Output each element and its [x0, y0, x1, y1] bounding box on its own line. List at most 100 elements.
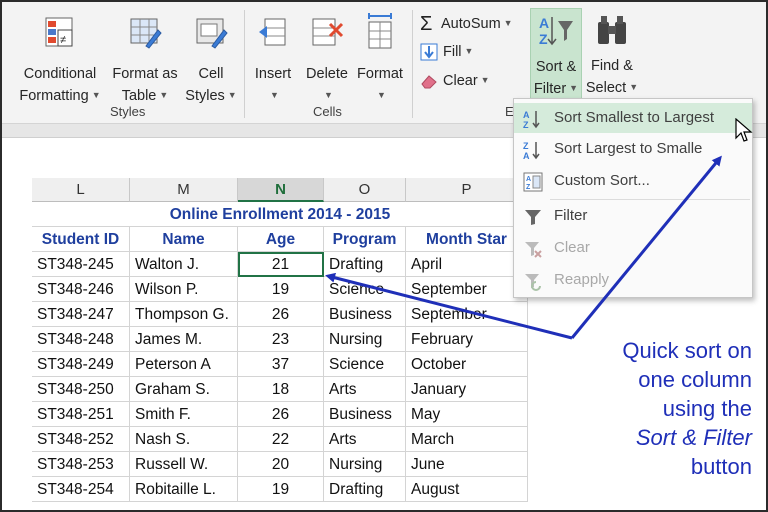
table-cell[interactable]: Science — [324, 277, 406, 302]
table-cell[interactable]: 37 — [238, 352, 324, 377]
styles-group-label: Styles — [110, 104, 146, 119]
menu-item-label: Sort Largest to Smalle — [554, 140, 703, 157]
format-as-table-button[interactable]: Format as Table ▼ — [108, 16, 182, 107]
table-cell[interactable]: ST348-250 — [32, 377, 130, 402]
format-button[interactable]: Format ▼ — [354, 12, 406, 107]
header-cell[interactable]: Student ID — [32, 227, 130, 252]
svg-text:Z: Z — [526, 184, 531, 191]
table-cell[interactable]: 23 — [238, 327, 324, 352]
chevron-down-icon: ▼ — [324, 90, 333, 100]
annotation-line: button — [690, 454, 752, 479]
chevron-down-icon: ▼ — [480, 75, 490, 85]
find-select-button[interactable]: Find & Select ▼ — [584, 8, 640, 99]
column-header-p[interactable]: P — [406, 178, 528, 202]
cell-styles-label-1: Cell — [198, 66, 224, 82]
cell-styles-button[interactable]: Cell Styles ▼ — [182, 16, 240, 107]
table-cell[interactable]: ST348-245 — [32, 252, 130, 277]
autosum-button[interactable]: Σ AutoSum ▼ — [420, 12, 513, 35]
sort-filter-label-2: Filter — [533, 81, 567, 97]
table-cell[interactable]: Nursing — [324, 327, 406, 352]
table-cell[interactable]: 18 — [238, 377, 324, 402]
delete-cells-icon — [312, 18, 344, 46]
table-cell[interactable]: ST348-253 — [32, 452, 130, 477]
table-cell[interactable]: Drafting — [324, 252, 406, 277]
header-cell[interactable]: Name — [130, 227, 238, 252]
menu-item-label: Sort Smallest to Largest — [554, 109, 715, 126]
table-cell[interactable]: October — [406, 352, 528, 377]
table-cell[interactable]: April — [406, 252, 528, 277]
table-cell[interactable]: August — [406, 477, 528, 502]
table-cell[interactable]: Thompson G. — [130, 302, 238, 327]
active-cell[interactable]: 21 — [238, 252, 324, 277]
table-cell[interactable]: 22 — [238, 427, 324, 452]
column-header-o[interactable]: O — [324, 178, 406, 202]
insert-button[interactable]: Insert ▼ — [250, 16, 296, 107]
table-cell[interactable]: ST348-249 — [32, 352, 130, 377]
table-cell[interactable]: Drafting — [324, 477, 406, 502]
clear-button[interactable]: Clear ▼ — [420, 69, 490, 91]
menu-item-reapply[interactable]: Reapply — [514, 265, 752, 295]
table-cell[interactable]: ST348-254 — [32, 477, 130, 502]
header-cell[interactable]: Month Star — [406, 227, 528, 252]
chevron-down-icon: ▼ — [227, 90, 237, 100]
svg-text:≠: ≠ — [60, 34, 66, 46]
table-cell[interactable]: May — [406, 402, 528, 427]
menu-item-clear[interactable]: Clear — [514, 233, 752, 263]
fill-label: Fill — [443, 44, 462, 60]
table-cell[interactable]: Peterson A — [130, 352, 238, 377]
table-cell[interactable]: Smith F. — [130, 402, 238, 427]
table-cell[interactable]: Walton J. — [130, 252, 238, 277]
menu-item-label: Reapply — [554, 271, 610, 288]
menu-item-sort-ascending[interactable]: A Z Sort Smallest to Largest — [514, 103, 752, 133]
menu-item-filter[interactable]: Filter — [514, 201, 752, 231]
sheet-title[interactable]: Online Enrollment 2014 - 2015 — [32, 202, 528, 227]
table-cell[interactable]: Business — [324, 302, 406, 327]
fill-button[interactable]: Fill ▼ — [420, 40, 473, 62]
table-cell[interactable]: March — [406, 427, 528, 452]
table-cell[interactable]: 19 — [238, 477, 324, 502]
header-cell[interactable]: Age — [238, 227, 324, 252]
table-cell[interactable]: ST348-248 — [32, 327, 130, 352]
table-cell[interactable]: 20 — [238, 452, 324, 477]
table-cell[interactable]: ST348-251 — [32, 402, 130, 427]
sort-filter-button[interactable]: A Z Sort & Filter ▼ — [530, 8, 582, 100]
column-header-m[interactable]: M — [130, 178, 238, 202]
table-cell[interactable]: Nursing — [324, 452, 406, 477]
table-cell[interactable]: Graham S. — [130, 377, 238, 402]
column-header-l[interactable]: L — [32, 178, 130, 202]
sort-filter-menu: A Z Sort Smallest to Largest Z A Sort La… — [513, 98, 753, 298]
table-cell[interactable]: Robitaille L. — [130, 477, 238, 502]
find-select-label-2: Select — [585, 80, 627, 96]
conditional-formatting-button[interactable]: ≠ Conditional Formatting ▼ — [16, 16, 104, 107]
table-cell[interactable]: ST348-247 — [32, 302, 130, 327]
table-cell[interactable]: January — [406, 377, 528, 402]
table-cell[interactable]: ST348-246 — [32, 277, 130, 302]
table-cell[interactable]: ST348-252 — [32, 427, 130, 452]
menu-item-custom-sort[interactable]: A Z Custom Sort... — [514, 166, 752, 196]
table-cell[interactable]: June — [406, 452, 528, 477]
table-cell[interactable]: September — [406, 277, 528, 302]
sort-filter-label-1: Sort & — [535, 59, 577, 75]
table-cell[interactable]: February — [406, 327, 528, 352]
format-label: Format — [357, 66, 403, 82]
table-cell[interactable]: 26 — [238, 302, 324, 327]
menu-item-sort-descending[interactable]: Z A Sort Largest to Smalle — [514, 134, 752, 164]
table-cell[interactable]: 26 — [238, 402, 324, 427]
table-cell[interactable]: September — [406, 302, 528, 327]
table-cell[interactable]: Russell W. — [130, 452, 238, 477]
table-cell[interactable]: Business — [324, 402, 406, 427]
delete-button[interactable]: Delete ▼ — [302, 16, 352, 107]
table-cell[interactable]: Wilson P. — [130, 277, 238, 302]
table-cell[interactable]: Arts — [324, 377, 406, 402]
table-cell[interactable]: Arts — [324, 427, 406, 452]
table-cell[interactable]: Nash S. — [130, 427, 238, 452]
format-cells-icon — [368, 13, 392, 49]
table-cell[interactable]: 19 — [238, 277, 324, 302]
sort-descending-icon: Z A — [523, 141, 540, 160]
header-cell[interactable]: Program — [324, 227, 406, 252]
table-cell[interactable]: Science — [324, 352, 406, 377]
column-header-n[interactable]: N — [238, 178, 324, 202]
svg-text:Z: Z — [523, 120, 529, 129]
annotation-line: Quick sort on — [622, 338, 752, 363]
table-cell[interactable]: James M. — [130, 327, 238, 352]
